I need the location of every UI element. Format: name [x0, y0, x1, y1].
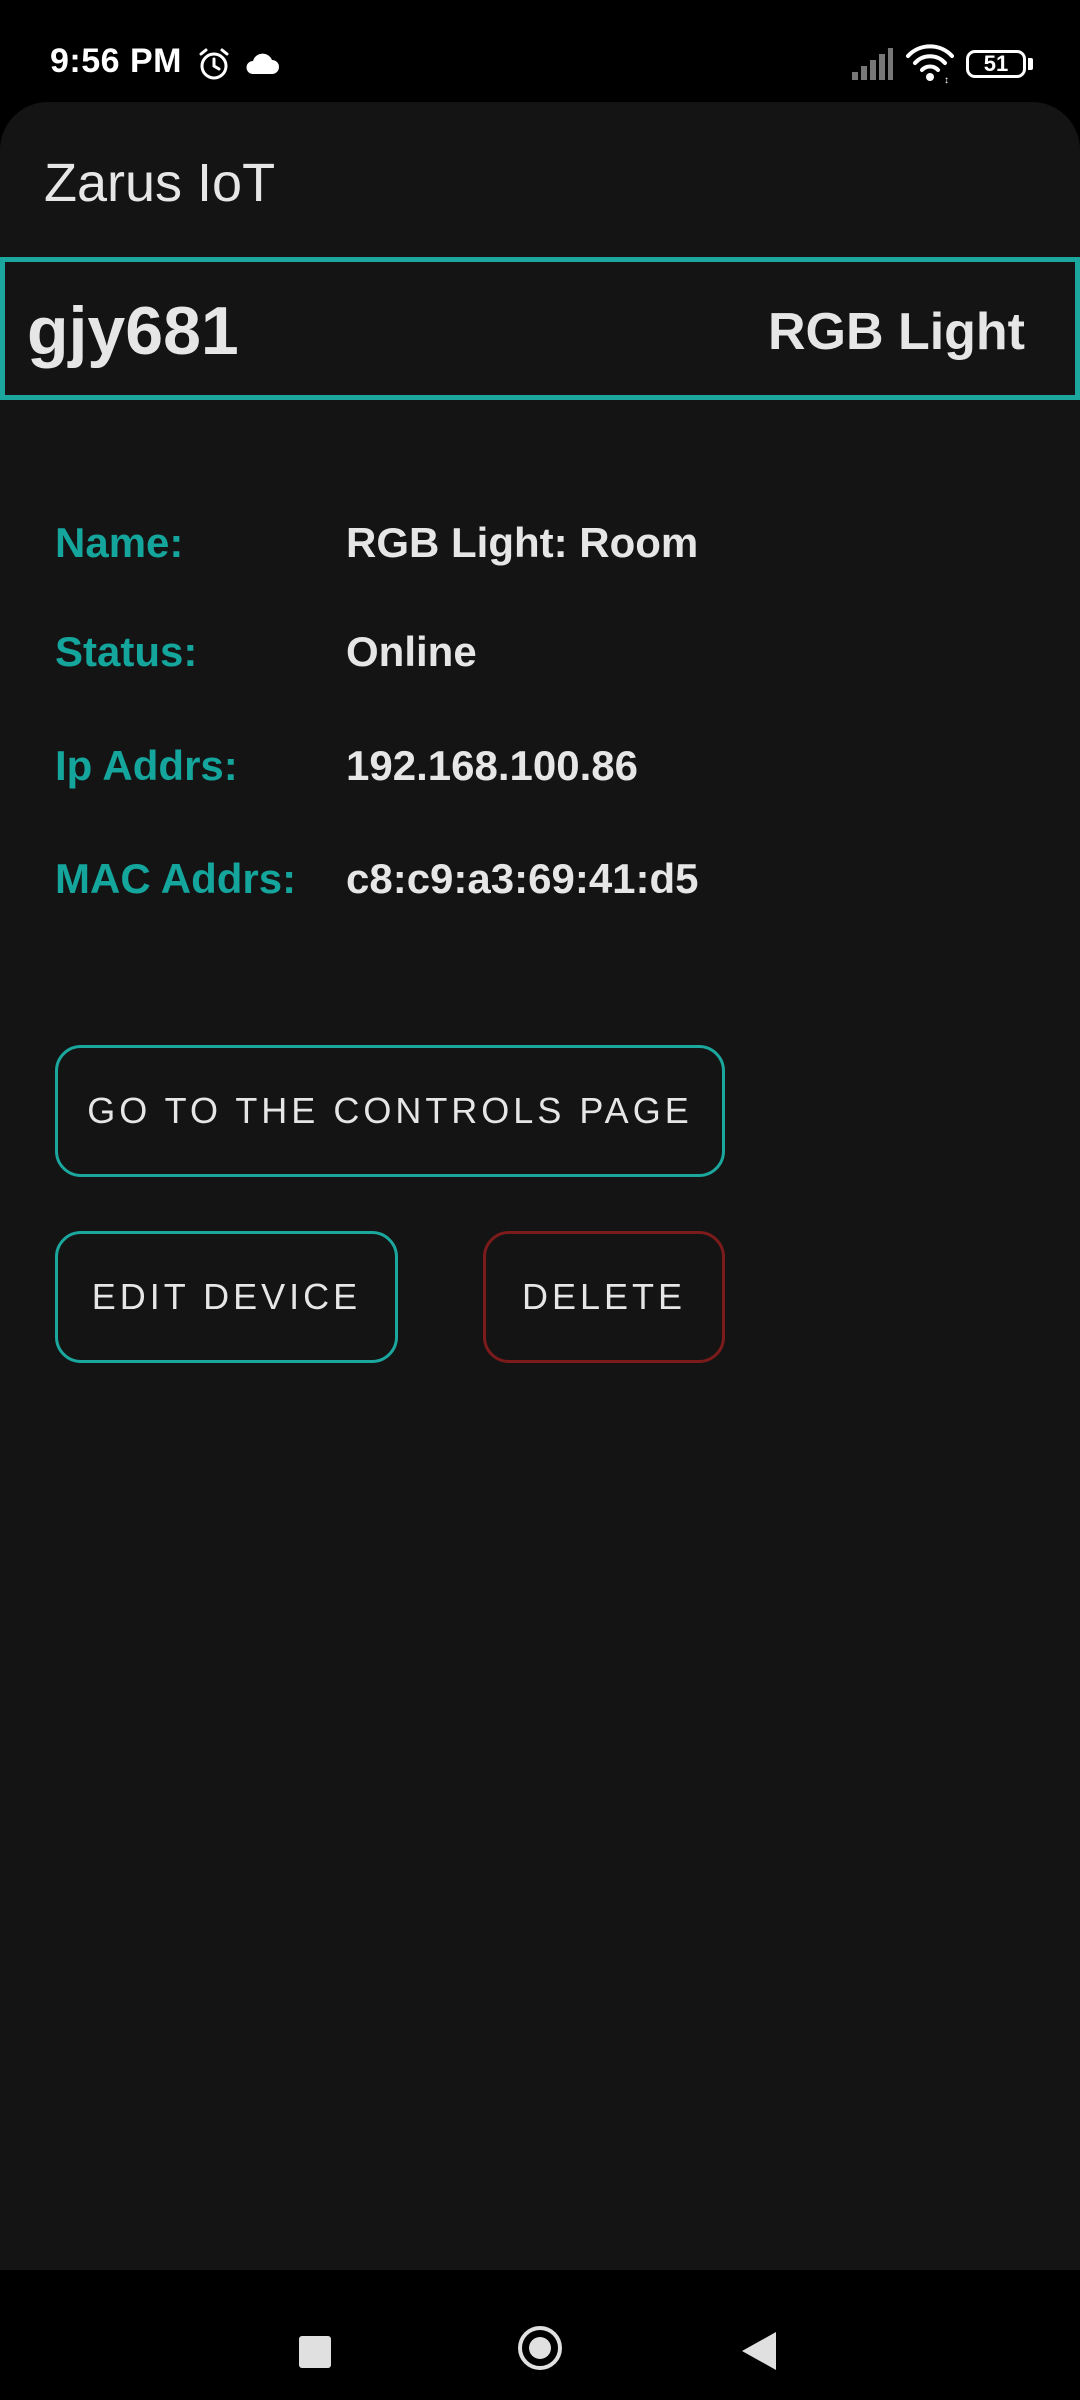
svg-text:↕: ↕	[944, 75, 949, 84]
navigation-bar	[0, 2270, 1080, 2400]
recents-icon[interactable]	[299, 2336, 331, 2368]
home-icon-center	[529, 2337, 551, 2359]
status-value: Online	[346, 628, 477, 675]
app-title: Zarus IoT	[44, 153, 276, 213]
go-to-controls-button[interactable]: GO TO THE CONTROLS PAGE	[55, 1045, 725, 1177]
status-label: Status:	[55, 628, 198, 675]
app-screen: Zarus IoT gjy681 RGB Light Name: RGB Lig…	[0, 102, 1080, 2270]
signal-icon	[852, 48, 893, 80]
device-type: RGB Light	[767, 303, 1025, 361]
ip-label: Ip Addrs:	[55, 742, 238, 789]
ip-value: 192.168.100.86	[346, 742, 638, 789]
back-icon[interactable]	[742, 2332, 776, 2370]
mac-label: MAC Addrs:	[55, 855, 297, 902]
status-time: 9:56 PM	[50, 42, 182, 80]
mac-value: c8:c9:a3:69:41:d5	[346, 855, 699, 902]
wifi-icon: ↕	[906, 44, 954, 84]
battery-tip	[1028, 58, 1033, 70]
edit-device-button[interactable]: EDIT DEVICE	[55, 1231, 398, 1363]
name-label: Name:	[55, 519, 184, 566]
delete-button[interactable]: DELETE	[483, 1231, 725, 1363]
cloud-icon	[246, 53, 279, 74]
home-icon[interactable]	[518, 2326, 562, 2370]
battery-icon: 51	[966, 50, 1026, 78]
battery-level: 51	[983, 51, 1009, 76]
name-value: RGB Light: Room	[346, 519, 699, 566]
status-bar: 9:56 PM ↕ 51	[0, 0, 1080, 100]
device-header: gjy681 RGB Light	[0, 257, 1080, 400]
alarm-icon	[199, 48, 229, 80]
device-id: gjy681	[27, 293, 239, 369]
